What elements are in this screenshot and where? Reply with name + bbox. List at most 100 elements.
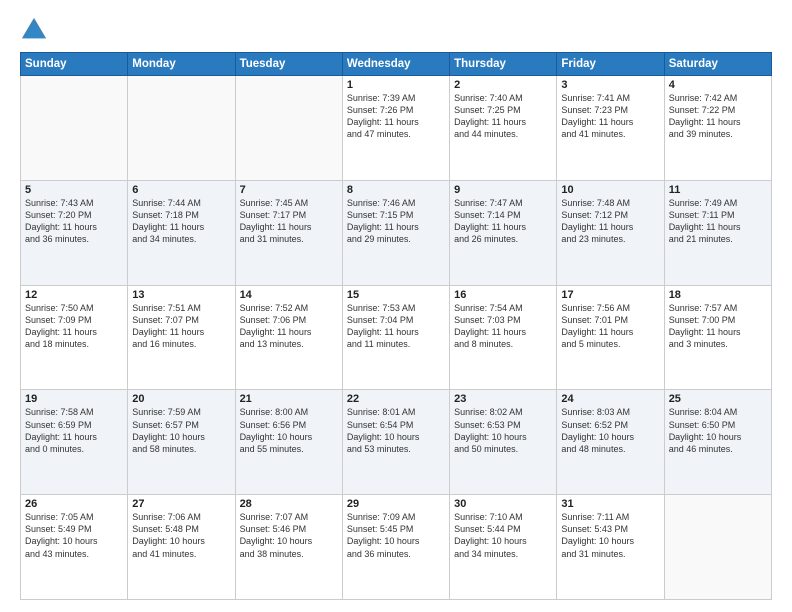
- day-number: 7: [240, 184, 338, 196]
- calendar-cell: [21, 76, 128, 181]
- calendar-cell: 20Sunrise: 7:59 AM Sunset: 6:57 PM Dayli…: [128, 390, 235, 495]
- day-number: 1: [347, 79, 445, 91]
- calendar-cell: 4Sunrise: 7:42 AM Sunset: 7:22 PM Daylig…: [664, 76, 771, 181]
- cell-content: Sunrise: 7:50 AM Sunset: 7:09 PM Dayligh…: [25, 302, 123, 351]
- day-number: 26: [25, 498, 123, 510]
- day-number: 28: [240, 498, 338, 510]
- cell-content: Sunrise: 7:45 AM Sunset: 7:17 PM Dayligh…: [240, 197, 338, 246]
- calendar-cell: 6Sunrise: 7:44 AM Sunset: 7:18 PM Daylig…: [128, 180, 235, 285]
- calendar-cell: 22Sunrise: 8:01 AM Sunset: 6:54 PM Dayli…: [342, 390, 449, 495]
- calendar-cell: 29Sunrise: 7:09 AM Sunset: 5:45 PM Dayli…: [342, 495, 449, 600]
- cell-content: Sunrise: 7:44 AM Sunset: 7:18 PM Dayligh…: [132, 197, 230, 246]
- cell-content: Sunrise: 7:57 AM Sunset: 7:00 PM Dayligh…: [669, 302, 767, 351]
- cell-content: Sunrise: 7:54 AM Sunset: 7:03 PM Dayligh…: [454, 302, 552, 351]
- day-number: 30: [454, 498, 552, 510]
- day-number: 29: [347, 498, 445, 510]
- calendar-week-row: 12Sunrise: 7:50 AM Sunset: 7:09 PM Dayli…: [21, 285, 772, 390]
- cell-content: Sunrise: 7:39 AM Sunset: 7:26 PM Dayligh…: [347, 92, 445, 141]
- day-number: 10: [561, 184, 659, 196]
- calendar-table: SundayMondayTuesdayWednesdayThursdayFrid…: [20, 52, 772, 600]
- calendar-cell: 30Sunrise: 7:10 AM Sunset: 5:44 PM Dayli…: [450, 495, 557, 600]
- calendar-cell: 1Sunrise: 7:39 AM Sunset: 7:26 PM Daylig…: [342, 76, 449, 181]
- calendar-cell: [128, 76, 235, 181]
- calendar-cell: 8Sunrise: 7:46 AM Sunset: 7:15 PM Daylig…: [342, 180, 449, 285]
- day-header-tuesday: Tuesday: [235, 53, 342, 76]
- cell-content: Sunrise: 7:11 AM Sunset: 5:43 PM Dayligh…: [561, 511, 659, 560]
- calendar-cell: 10Sunrise: 7:48 AM Sunset: 7:12 PM Dayli…: [557, 180, 664, 285]
- calendar-cell: 31Sunrise: 7:11 AM Sunset: 5:43 PM Dayli…: [557, 495, 664, 600]
- calendar-cell: 12Sunrise: 7:50 AM Sunset: 7:09 PM Dayli…: [21, 285, 128, 390]
- calendar-cell: [235, 76, 342, 181]
- calendar-cell: 5Sunrise: 7:43 AM Sunset: 7:20 PM Daylig…: [21, 180, 128, 285]
- calendar-cell: 16Sunrise: 7:54 AM Sunset: 7:03 PM Dayli…: [450, 285, 557, 390]
- day-header-friday: Friday: [557, 53, 664, 76]
- cell-content: Sunrise: 7:43 AM Sunset: 7:20 PM Dayligh…: [25, 197, 123, 246]
- day-number: 27: [132, 498, 230, 510]
- cell-content: Sunrise: 7:47 AM Sunset: 7:14 PM Dayligh…: [454, 197, 552, 246]
- calendar-cell: 24Sunrise: 8:03 AM Sunset: 6:52 PM Dayli…: [557, 390, 664, 495]
- cell-content: Sunrise: 7:40 AM Sunset: 7:25 PM Dayligh…: [454, 92, 552, 141]
- calendar-cell: 28Sunrise: 7:07 AM Sunset: 5:46 PM Dayli…: [235, 495, 342, 600]
- cell-content: Sunrise: 7:56 AM Sunset: 7:01 PM Dayligh…: [561, 302, 659, 351]
- day-header-wednesday: Wednesday: [342, 53, 449, 76]
- day-number: 31: [561, 498, 659, 510]
- day-number: 11: [669, 184, 767, 196]
- cell-content: Sunrise: 8:00 AM Sunset: 6:56 PM Dayligh…: [240, 406, 338, 455]
- cell-content: Sunrise: 8:01 AM Sunset: 6:54 PM Dayligh…: [347, 406, 445, 455]
- calendar-cell: 7Sunrise: 7:45 AM Sunset: 7:17 PM Daylig…: [235, 180, 342, 285]
- cell-content: Sunrise: 7:49 AM Sunset: 7:11 PM Dayligh…: [669, 197, 767, 246]
- calendar-cell: 26Sunrise: 7:05 AM Sunset: 5:49 PM Dayli…: [21, 495, 128, 600]
- calendar-cell: 2Sunrise: 7:40 AM Sunset: 7:25 PM Daylig…: [450, 76, 557, 181]
- cell-content: Sunrise: 7:46 AM Sunset: 7:15 PM Dayligh…: [347, 197, 445, 246]
- day-number: 3: [561, 79, 659, 91]
- cell-content: Sunrise: 7:09 AM Sunset: 5:45 PM Dayligh…: [347, 511, 445, 560]
- calendar-week-row: 26Sunrise: 7:05 AM Sunset: 5:49 PM Dayli…: [21, 495, 772, 600]
- day-number: 20: [132, 393, 230, 405]
- header: [20, 16, 772, 44]
- day-number: 18: [669, 289, 767, 301]
- day-number: 23: [454, 393, 552, 405]
- day-number: 17: [561, 289, 659, 301]
- calendar-cell: 3Sunrise: 7:41 AM Sunset: 7:23 PM Daylig…: [557, 76, 664, 181]
- cell-content: Sunrise: 7:06 AM Sunset: 5:48 PM Dayligh…: [132, 511, 230, 560]
- calendar-cell: 17Sunrise: 7:56 AM Sunset: 7:01 PM Dayli…: [557, 285, 664, 390]
- cell-content: Sunrise: 7:42 AM Sunset: 7:22 PM Dayligh…: [669, 92, 767, 141]
- calendar-cell: 14Sunrise: 7:52 AM Sunset: 7:06 PM Dayli…: [235, 285, 342, 390]
- day-number: 22: [347, 393, 445, 405]
- cell-content: Sunrise: 7:10 AM Sunset: 5:44 PM Dayligh…: [454, 511, 552, 560]
- day-number: 5: [25, 184, 123, 196]
- day-number: 2: [454, 79, 552, 91]
- day-header-saturday: Saturday: [664, 53, 771, 76]
- calendar-cell: 13Sunrise: 7:51 AM Sunset: 7:07 PM Dayli…: [128, 285, 235, 390]
- cell-content: Sunrise: 7:52 AM Sunset: 7:06 PM Dayligh…: [240, 302, 338, 351]
- calendar-cell: 9Sunrise: 7:47 AM Sunset: 7:14 PM Daylig…: [450, 180, 557, 285]
- day-header-monday: Monday: [128, 53, 235, 76]
- cell-content: Sunrise: 7:59 AM Sunset: 6:57 PM Dayligh…: [132, 406, 230, 455]
- cell-content: Sunrise: 7:53 AM Sunset: 7:04 PM Dayligh…: [347, 302, 445, 351]
- cell-content: Sunrise: 7:51 AM Sunset: 7:07 PM Dayligh…: [132, 302, 230, 351]
- day-number: 4: [669, 79, 767, 91]
- calendar-cell: 25Sunrise: 8:04 AM Sunset: 6:50 PM Dayli…: [664, 390, 771, 495]
- day-number: 24: [561, 393, 659, 405]
- day-number: 25: [669, 393, 767, 405]
- day-number: 6: [132, 184, 230, 196]
- calendar-week-row: 19Sunrise: 7:58 AM Sunset: 6:59 PM Dayli…: [21, 390, 772, 495]
- day-number: 12: [25, 289, 123, 301]
- calendar-week-row: 1Sunrise: 7:39 AM Sunset: 7:26 PM Daylig…: [21, 76, 772, 181]
- day-number: 21: [240, 393, 338, 405]
- logo: [20, 16, 52, 44]
- day-number: 8: [347, 184, 445, 196]
- calendar-cell: 23Sunrise: 8:02 AM Sunset: 6:53 PM Dayli…: [450, 390, 557, 495]
- cell-content: Sunrise: 8:04 AM Sunset: 6:50 PM Dayligh…: [669, 406, 767, 455]
- calendar-week-row: 5Sunrise: 7:43 AM Sunset: 7:20 PM Daylig…: [21, 180, 772, 285]
- day-number: 14: [240, 289, 338, 301]
- calendar-cell: 18Sunrise: 7:57 AM Sunset: 7:00 PM Dayli…: [664, 285, 771, 390]
- logo-icon: [20, 16, 48, 44]
- calendar-cell: 11Sunrise: 7:49 AM Sunset: 7:11 PM Dayli…: [664, 180, 771, 285]
- cell-content: Sunrise: 7:05 AM Sunset: 5:49 PM Dayligh…: [25, 511, 123, 560]
- day-header-thursday: Thursday: [450, 53, 557, 76]
- day-number: 13: [132, 289, 230, 301]
- cell-content: Sunrise: 8:03 AM Sunset: 6:52 PM Dayligh…: [561, 406, 659, 455]
- day-number: 9: [454, 184, 552, 196]
- calendar-cell: [664, 495, 771, 600]
